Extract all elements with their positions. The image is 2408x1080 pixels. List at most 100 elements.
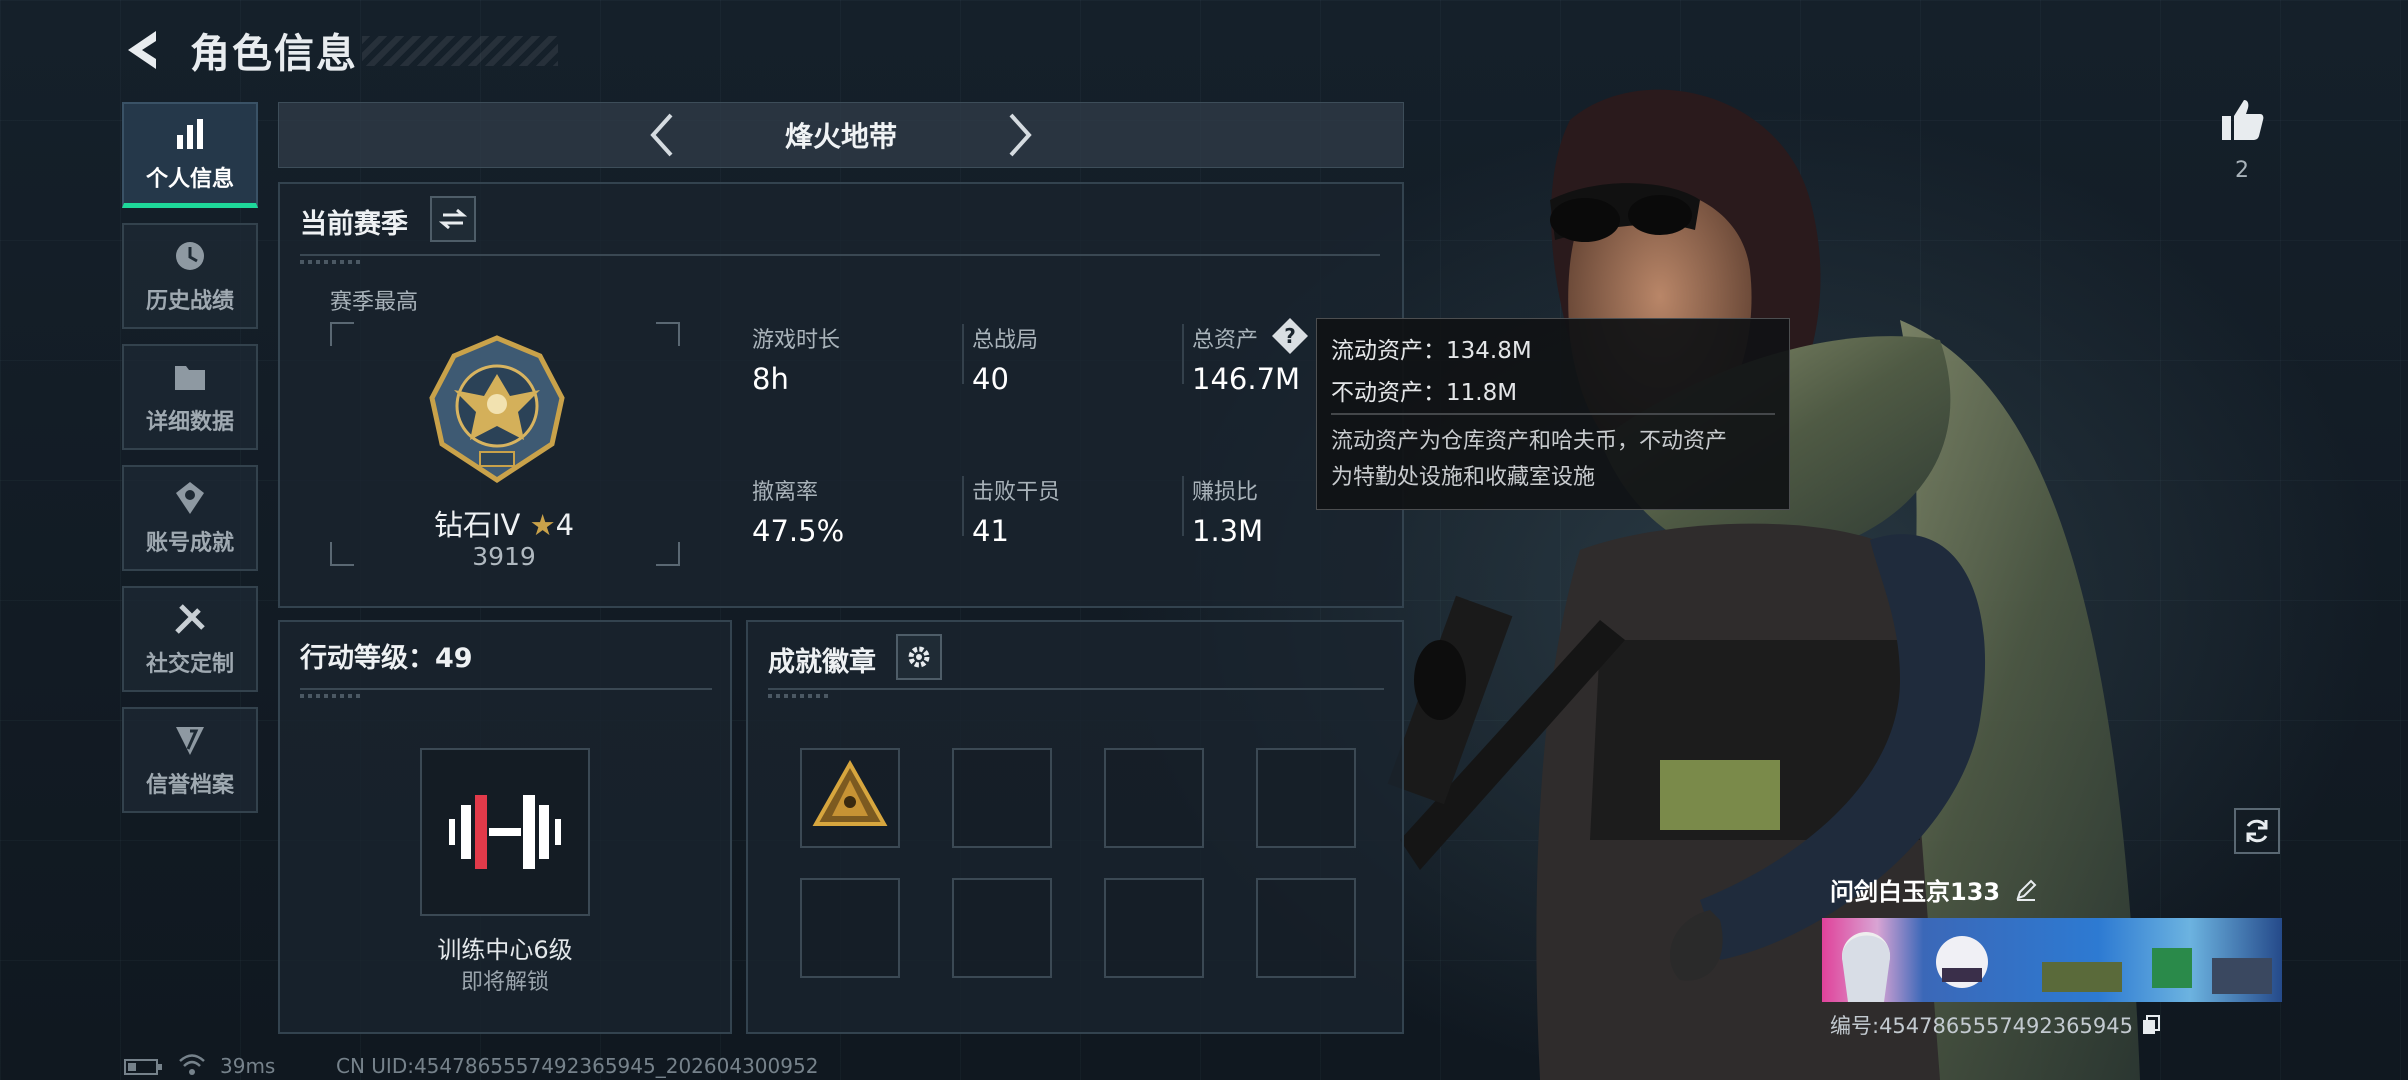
nav-item-credit-file[interactable]: 信誉档案 — [122, 707, 258, 813]
nav-item-label: 社交定制 — [145, 652, 234, 677]
badge-slot[interactable] — [800, 878, 900, 978]
frame-corner — [330, 322, 354, 346]
assets-tooltip: 流动资产：134.8M 不动资产：11.8M 流动资产为仓库资产和哈夫币，不动资… — [1316, 318, 1790, 510]
divider — [300, 688, 712, 690]
help-icon[interactable]: ? — [1270, 316, 1310, 356]
player-banner[interactable] — [1822, 918, 2282, 1002]
star-icon: ★ — [529, 508, 556, 542]
mode-switcher: 烽火地带 — [278, 102, 1404, 168]
thumbs-up-icon[interactable] — [2218, 96, 2266, 144]
svg-text:?: ? — [1284, 324, 1296, 348]
nav-item-label: 详细数据 — [145, 410, 234, 435]
training-center-tile[interactable] — [420, 748, 590, 916]
back-arrow-icon[interactable] — [122, 27, 164, 73]
badge-slot[interactable] — [1256, 748, 1356, 848]
rank-score: 3919 — [472, 542, 536, 571]
refresh-icon — [2246, 819, 2268, 843]
season-title: 当前赛季 — [300, 209, 408, 240]
nav-item-detail-data[interactable]: 详细数据 — [122, 344, 258, 450]
rank-medal-icon — [429, 335, 565, 483]
chevron-right-icon[interactable] — [1005, 111, 1035, 159]
nav-item-label: 信誉档案 — [145, 773, 234, 798]
swap-icon — [439, 208, 467, 230]
training-center-status: 即将解锁 — [460, 970, 549, 995]
badges-title: 成就徽章 — [768, 647, 876, 678]
play-time-label: 游戏时长 — [752, 328, 841, 353]
badges-panel: 成就徽章 — [746, 620, 1404, 1034]
player-id: 编号:4547865557492365945 — [1830, 1014, 2133, 1038]
like-count: 2 — [2235, 158, 2249, 183]
extract-rate-label: 撤离率 — [752, 480, 819, 505]
profit-ratio-label: 赚损比 — [1192, 480, 1259, 505]
badges-settings-button[interactable] — [896, 634, 942, 680]
season-best-label: 赛季最高 — [330, 290, 419, 315]
divider-dots — [300, 260, 360, 264]
tooltip-fixed-assets: 不动资产：11.8M — [1331, 380, 1518, 406]
nav-item-label: 个人信息 — [145, 166, 234, 192]
action-level-panel: 行动等级：49 训练中心6级 即将解锁 — [278, 620, 732, 1034]
uid-text: CN UID:4547865557492365945_202604300952 — [336, 1054, 819, 1078]
rank-name: 钻石IV — [433, 508, 521, 542]
divider — [300, 254, 1380, 256]
badge-slot[interactable] — [1104, 878, 1204, 978]
kills-value: 41 — [972, 514, 1009, 548]
edit-pencil-icon[interactable] — [2014, 878, 2038, 902]
total-matches-value: 40 — [972, 362, 1009, 396]
profit-ratio-value: 1.3M — [1192, 514, 1264, 548]
rank-line: 钻石IV ★4 — [330, 502, 678, 544]
total-assets-label: 总资产 — [1192, 328, 1259, 353]
nav-item-social-custom[interactable]: 社交定制 — [122, 586, 258, 692]
training-center-name: 训练中心6级 — [437, 936, 573, 964]
wifi-icon — [179, 1054, 205, 1075]
badge-slot[interactable] — [952, 748, 1052, 848]
badge-slot[interactable] — [800, 748, 900, 848]
play-time-value: 8h — [752, 362, 789, 396]
ping-text: 39ms — [220, 1054, 276, 1078]
bar-chart-icon — [177, 118, 203, 149]
title-decoration — [362, 36, 558, 66]
kills-label: 击败干员 — [972, 480, 1061, 505]
rank-stars: 4 — [555, 508, 575, 542]
nav-item-label: 历史战绩 — [145, 289, 234, 314]
folder-icon — [175, 366, 205, 390]
rotate-button[interactable] — [2234, 808, 2280, 854]
divider — [962, 324, 964, 384]
page-header: 角色信息 — [122, 22, 558, 78]
left-nav: 个人信息 历史战绩 详细数据 账号成就 社交定制 信誉档案 — [122, 102, 258, 828]
player-name: 问剑白玉京133 — [1830, 878, 2001, 906]
gear-icon — [908, 646, 930, 668]
banner-art — [1842, 932, 2272, 1002]
divider — [1331, 413, 1775, 415]
nav-item-history[interactable]: 历史战绩 — [122, 223, 258, 329]
chevron-left-icon[interactable] — [647, 111, 677, 159]
page-title: 角色信息 — [190, 31, 358, 77]
badge-slot[interactable] — [1256, 878, 1356, 978]
tools-icon — [175, 604, 205, 634]
tooltip-description-1: 流动资产为仓库资产和哈夫币，不动资产 — [1331, 429, 1728, 454]
mode-title: 烽火地带 — [784, 120, 897, 153]
credit-icon — [176, 727, 204, 755]
divider — [962, 476, 964, 536]
divider — [1182, 324, 1184, 384]
frame-corner — [656, 322, 680, 346]
copy-icon[interactable] — [2141, 1014, 2161, 1036]
season-switch-button[interactable] — [430, 196, 476, 242]
divider — [1182, 476, 1184, 536]
divider — [768, 688, 1384, 690]
tooltip-description-2: 为特勤处设施和收藏室设施 — [1331, 465, 1596, 490]
triangle-badge-icon — [812, 759, 888, 826]
action-level-title: 行动等级：49 — [300, 643, 473, 674]
badge-slot[interactable] — [952, 878, 1052, 978]
player-name-row: 问剑白玉京133 — [1830, 872, 2090, 907]
nav-item-label: 账号成就 — [145, 531, 234, 556]
nav-item-achievements[interactable]: 账号成就 — [122, 465, 258, 571]
nav-item-personal-info[interactable]: 个人信息 — [122, 102, 258, 208]
battery-icon — [124, 1059, 162, 1075]
total-assets-value: 146.7M — [1192, 362, 1301, 396]
dumbbell-icon — [449, 795, 561, 869]
achievement-icon — [176, 482, 204, 514]
tooltip-liquid-assets: 流动资产：134.8M — [1331, 338, 1532, 364]
divider-dots — [768, 694, 828, 698]
badge-slot[interactable] — [1104, 748, 1204, 848]
total-matches-label: 总战局 — [972, 328, 1039, 353]
